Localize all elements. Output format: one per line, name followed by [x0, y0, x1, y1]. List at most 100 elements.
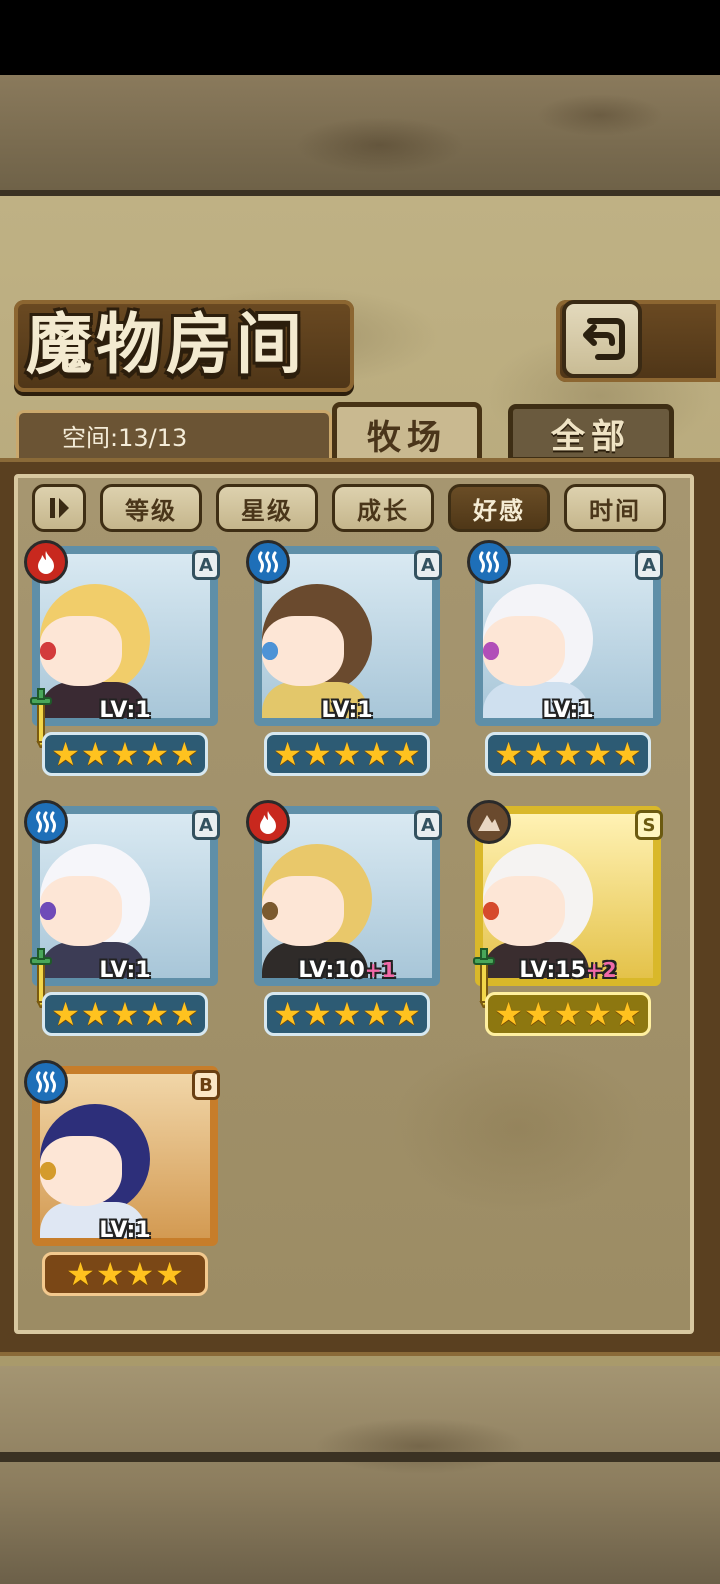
map-background-top [0, 75, 720, 196]
monster-card[interactable]: B LV:1 ★ ★ ★ ★ [22, 1060, 228, 1298]
level-label: LV:1 [22, 698, 228, 723]
wave-icon [246, 540, 290, 584]
level-value: LV:1 [99, 698, 151, 723]
star-icon: ★ [613, 995, 642, 1033]
star-icon: ★ [140, 995, 170, 1033]
level-label: LV:1 [22, 958, 228, 983]
star-icon: ★ [125, 1255, 155, 1293]
level-bonus: +1 [364, 958, 396, 982]
grade-badge: A [192, 550, 220, 580]
pause-sort-icon [50, 498, 69, 518]
monster-card[interactable]: A LV:1 ★ ★ ★ ★ ★ [465, 540, 671, 778]
status-bar [0, 0, 720, 75]
star-icon: ★ [51, 995, 80, 1033]
level-label: LV:1 [465, 698, 671, 723]
star-icon: ★ [155, 1255, 184, 1293]
level-value: LV:1 [99, 958, 151, 983]
star-icon: ★ [392, 735, 421, 773]
sort-order-toggle[interactable] [32, 484, 86, 532]
star-icon: ★ [110, 735, 140, 773]
level-bonus: +2 [585, 958, 617, 982]
star-icon: ★ [332, 995, 362, 1033]
filter-time[interactable]: 时间 [564, 484, 666, 532]
level-value: LV:15 [519, 958, 586, 983]
star-icon: ★ [80, 995, 110, 1033]
star-icon: ★ [362, 995, 392, 1033]
back-button[interactable] [562, 300, 642, 378]
filter-level[interactable]: 等级 [100, 484, 202, 532]
star-icon: ★ [273, 735, 302, 773]
star-icon: ★ [553, 995, 583, 1033]
star-rating: ★ ★ ★ ★ ★ [264, 732, 430, 776]
star-icon: ★ [273, 995, 302, 1033]
star-icon: ★ [553, 735, 583, 773]
page-title: 魔物房间 [26, 306, 306, 383]
filter-growth[interactable]: 成长 [332, 484, 434, 532]
star-icon: ★ [332, 735, 362, 773]
divider [0, 1452, 720, 1462]
level-label: LV:10+1 [244, 958, 450, 983]
monster-card[interactable]: S LV:15+2 ★ ★ ★ ★ ★ [465, 800, 671, 1038]
star-icon: ★ [51, 735, 80, 773]
star-icon: ★ [392, 995, 421, 1033]
star-rating: ★ ★ ★ ★ ★ [264, 992, 430, 1036]
level-value: LV:1 [542, 698, 594, 723]
wave-icon [24, 800, 68, 844]
star-icon: ★ [523, 735, 553, 773]
space-counter: 空间:13/13 [62, 424, 188, 452]
star-icon: ★ [66, 1255, 95, 1293]
grade-badge: S [635, 810, 663, 840]
level-label: LV:1 [22, 1218, 228, 1243]
monster-card[interactable]: A LV:1 ★ ★ ★ ★ ★ [22, 540, 228, 778]
flame-icon [246, 800, 290, 844]
star-icon: ★ [140, 735, 170, 773]
star-icon: ★ [523, 995, 553, 1033]
star-icon: ★ [583, 995, 613, 1033]
star-rating: ★ ★ ★ ★ ★ [42, 992, 208, 1036]
monster-card[interactable]: A LV:1 ★ ★ ★ ★ ★ [244, 540, 450, 778]
level-value: LV:10 [298, 958, 365, 983]
character-eye [40, 642, 56, 660]
character-eye [40, 1162, 56, 1180]
grade-badge: A [414, 550, 442, 580]
grade-badge: A [192, 810, 220, 840]
character-eye [483, 902, 499, 920]
star-icon: ★ [494, 735, 523, 773]
filter-affection[interactable]: 好感 [448, 484, 550, 532]
level-value: LV:1 [321, 698, 373, 723]
character-eye [483, 642, 499, 660]
star-icon: ★ [613, 735, 642, 773]
monster-card[interactable]: A LV:1 ★ ★ ★ ★ ★ [22, 800, 228, 1038]
tab-ranch[interactable]: 牧场 [332, 402, 482, 466]
character-eye [262, 642, 278, 660]
grade-badge: A [635, 550, 663, 580]
monster-card[interactable]: A LV:10+1 ★ ★ ★ ★ ★ [244, 800, 450, 1038]
star-icon: ★ [95, 1255, 125, 1293]
level-label: LV:1 [244, 698, 450, 723]
wave-icon [467, 540, 511, 584]
grade-badge: A [414, 810, 442, 840]
star-icon: ★ [302, 995, 332, 1033]
filter-stars[interactable]: 星级 [216, 484, 318, 532]
level-value: LV:1 [99, 1218, 151, 1243]
star-icon: ★ [583, 735, 613, 773]
star-rating: ★ ★ ★ ★ ★ [485, 992, 651, 1036]
grade-badge: B [192, 1070, 220, 1100]
mountain-icon [467, 800, 511, 844]
star-rating: ★ ★ ★ ★ ★ [485, 732, 651, 776]
map-background-bottom [0, 1366, 720, 1584]
star-icon: ★ [494, 995, 523, 1033]
character-eye [262, 902, 278, 920]
star-rating: ★ ★ ★ ★ [42, 1252, 208, 1296]
star-icon: ★ [170, 735, 199, 773]
flame-icon [24, 540, 68, 584]
star-icon: ★ [362, 735, 392, 773]
level-label: LV:15+2 [465, 958, 671, 983]
star-icon: ★ [170, 995, 199, 1033]
star-rating: ★ ★ ★ ★ ★ [42, 732, 208, 776]
tab-all[interactable]: 全部 [508, 404, 674, 462]
character-eye [40, 902, 56, 920]
wave-icon [24, 1060, 68, 1104]
star-icon: ★ [302, 735, 332, 773]
star-icon: ★ [110, 995, 140, 1033]
